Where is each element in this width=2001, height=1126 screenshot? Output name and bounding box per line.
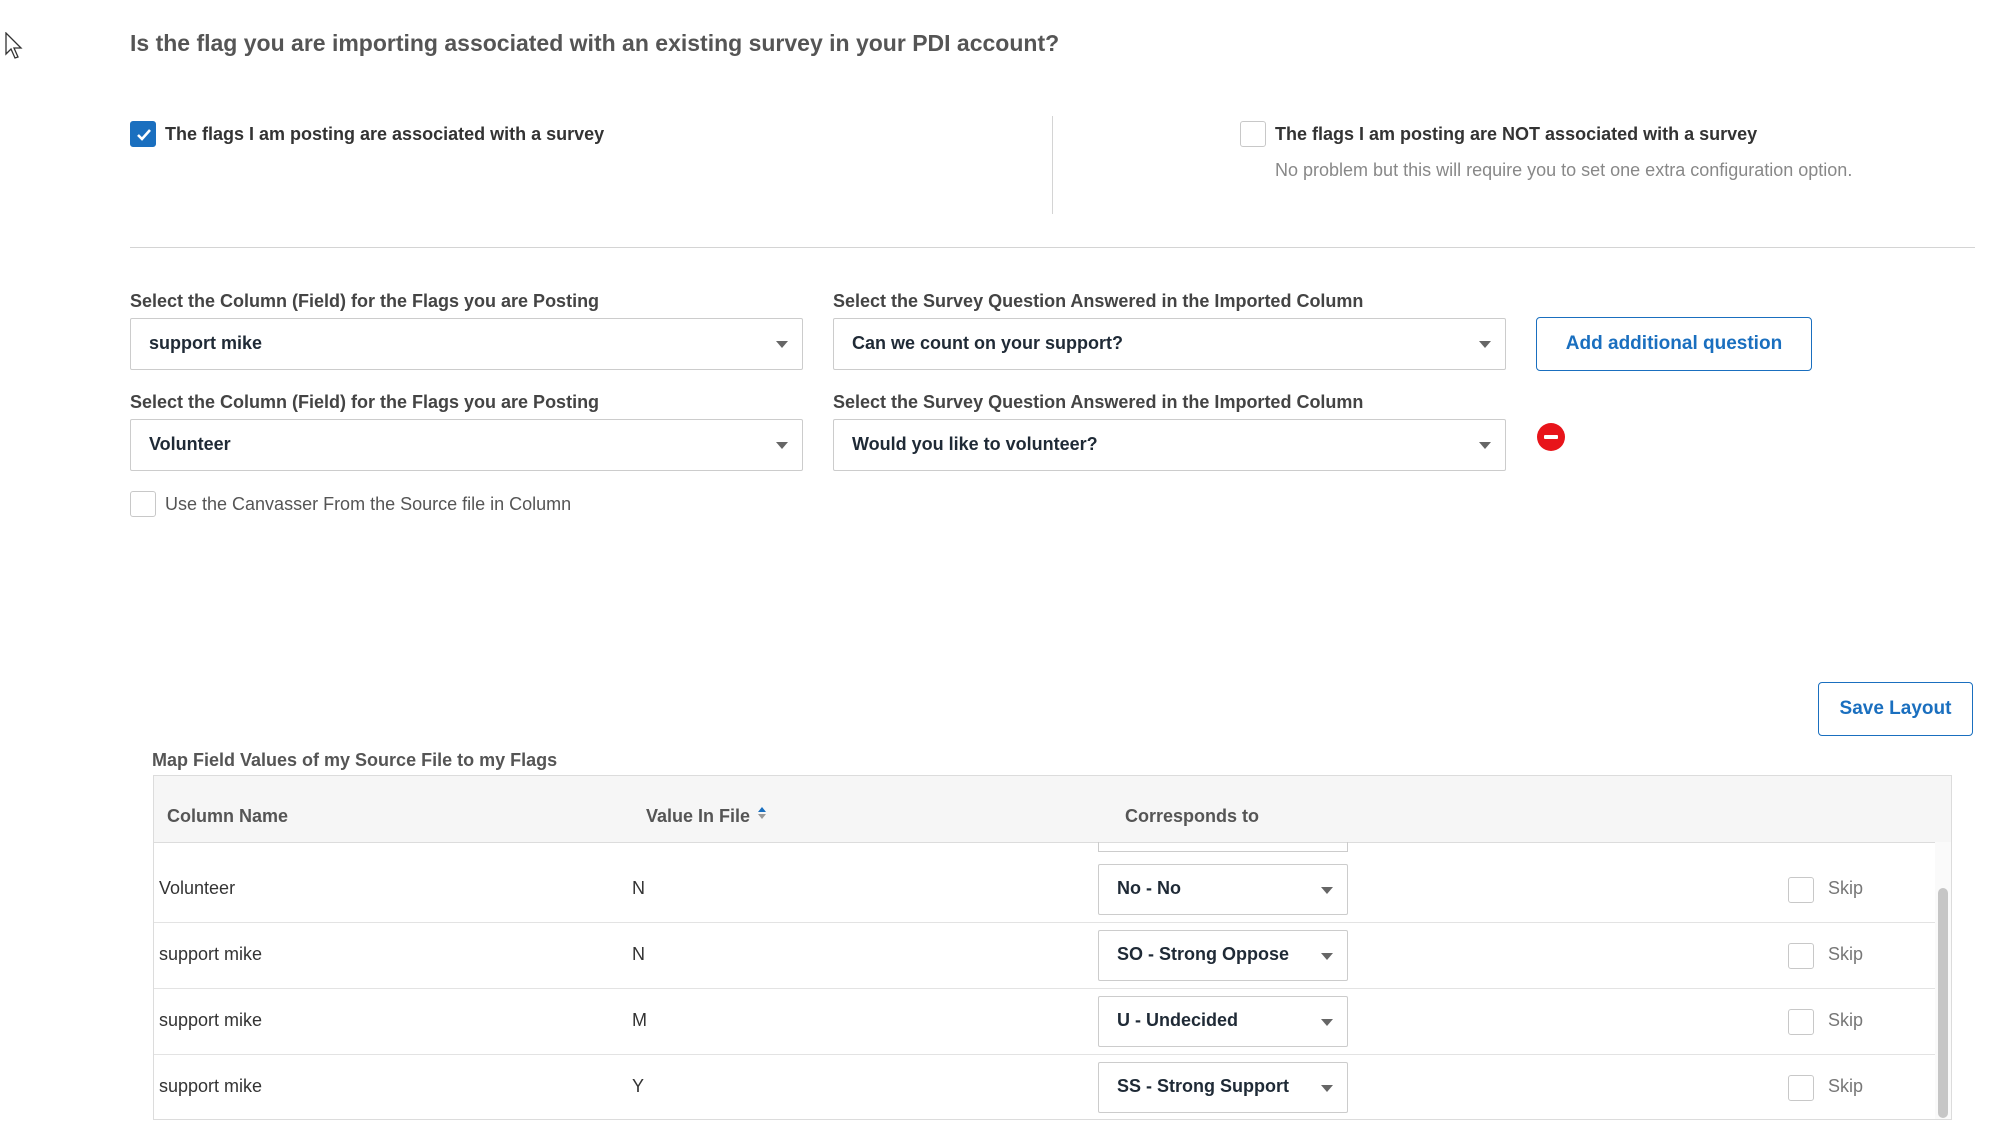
- survey-question-label: Select the Survey Question Answered in t…: [833, 392, 1364, 412]
- save-layout-button[interactable]: Save Layout: [1818, 682, 1973, 736]
- value-cell: N: [632, 944, 645, 964]
- associated-checkbox[interactable]: [130, 121, 156, 147]
- page-question: Is the flag you are importing associated…: [130, 30, 1060, 56]
- skip-checkbox[interactable]: [1788, 1009, 1814, 1035]
- survey-question-value: Would you like to volunteer?: [852, 434, 1098, 454]
- corresponds-select[interactable]: SS - Strong Support: [1098, 1062, 1348, 1113]
- value-cell: M: [632, 1010, 647, 1030]
- table-title: Map Field Values of my Source File to my…: [152, 750, 558, 770]
- corresponds-value: SO - Strong Oppose: [1117, 944, 1290, 964]
- column-name-cell: Volunteer: [159, 878, 236, 898]
- table-row: support mike M U - Undecided Skip: [154, 988, 1935, 1055]
- skip-checkbox[interactable]: [1788, 1075, 1814, 1101]
- remove-question-icon[interactable]: [1537, 423, 1565, 451]
- chevron-down-icon: [776, 341, 788, 348]
- table-row: support mike N SO - Strong Oppose Skip: [154, 922, 1935, 989]
- corresponds-select[interactable]: U - Undecided: [1098, 996, 1348, 1047]
- table-row: Volunteer N No - No Skip: [154, 856, 1935, 923]
- chevron-down-icon: [1321, 1085, 1333, 1092]
- skip-checkbox[interactable]: [1788, 877, 1814, 903]
- survey-question-label: Select the Survey Question Answered in t…: [833, 291, 1364, 311]
- survey-question-select[interactable]: Would you like to volunteer?: [833, 419, 1506, 471]
- corresponds-select[interactable]: SO - Strong Oppose: [1098, 930, 1348, 981]
- sort-icon[interactable]: [757, 806, 767, 820]
- canvasser-checkbox[interactable]: [130, 491, 156, 517]
- value-cell: N: [632, 878, 645, 898]
- chevron-down-icon: [776, 442, 788, 449]
- column-field-value: support mike: [149, 333, 263, 353]
- partial-select: [1098, 842, 1348, 852]
- not-associated-note: No problem but this will require you to …: [1275, 160, 1853, 180]
- value-mapping-table: Column Name Value In File Corresponds to…: [153, 775, 1952, 1120]
- corresponds-value: No - No: [1117, 878, 1181, 898]
- not-associated-label[interactable]: The flags I am posting are NOT associate…: [1275, 124, 1757, 145]
- checkmark-icon: [137, 129, 151, 141]
- chevron-down-icon: [1479, 341, 1491, 348]
- column-name-cell: support mike: [159, 1076, 263, 1096]
- canvasser-label[interactable]: Use the Canvasser From the Source file i…: [165, 494, 571, 515]
- mouse-cursor-icon: [5, 32, 23, 59]
- chevron-down-icon: [1321, 887, 1333, 894]
- column-field-value: Volunteer: [149, 434, 231, 454]
- column-field-select[interactable]: Volunteer: [130, 419, 803, 471]
- section-divider: [130, 247, 1975, 248]
- survey-question-select[interactable]: Can we count on your support?: [833, 318, 1506, 370]
- skip-label[interactable]: Skip: [1828, 944, 1863, 965]
- corresponds-select[interactable]: No - No: [1098, 864, 1348, 915]
- chevron-down-icon: [1479, 442, 1491, 449]
- column-name-cell: support mike: [159, 1010, 263, 1030]
- table-scrollbar-thumb[interactable]: [1938, 888, 1948, 1118]
- corresponds-value: U - Undecided: [1117, 1010, 1239, 1030]
- chevron-down-icon: [1321, 953, 1333, 960]
- table-row: support mike Y SS - Strong Support Skip: [154, 1054, 1935, 1119]
- not-associated-checkbox[interactable]: [1240, 121, 1266, 147]
- chevron-down-icon: [1321, 1019, 1333, 1026]
- skip-checkbox[interactable]: [1788, 943, 1814, 969]
- vertical-divider: [1052, 116, 1053, 214]
- column-field-label: Select the Column (Field) for the Flags …: [130, 392, 600, 412]
- column-name-cell: support mike: [159, 944, 263, 964]
- skip-label[interactable]: Skip: [1828, 878, 1863, 899]
- associated-label[interactable]: The flags I am posting are associated wi…: [165, 124, 604, 145]
- add-question-button[interactable]: Add additional question: [1536, 317, 1812, 371]
- column-name-header[interactable]: Column Name: [167, 806, 288, 827]
- survey-question-value: Can we count on your support?: [852, 333, 1123, 353]
- value-in-file-header[interactable]: Value In File: [646, 806, 750, 827]
- value-cell: Y: [632, 1076, 645, 1096]
- corresponds-value: SS - Strong Support: [1117, 1076, 1289, 1096]
- skip-label[interactable]: Skip: [1828, 1076, 1863, 1097]
- column-field-label: Select the Column (Field) for the Flags …: [130, 291, 600, 311]
- corresponds-to-header: Corresponds to: [1125, 806, 1260, 826]
- table-header: Column Name Value In File Corresponds to: [154, 776, 1951, 843]
- skip-label[interactable]: Skip: [1828, 1010, 1863, 1031]
- column-field-select[interactable]: support mike: [130, 318, 803, 370]
